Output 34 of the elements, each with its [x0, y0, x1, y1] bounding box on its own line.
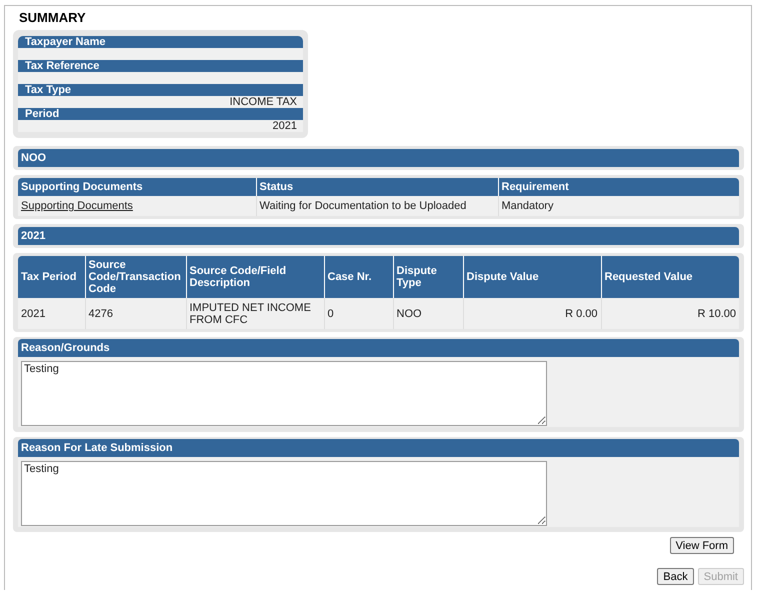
column-header: Status	[256, 178, 498, 196]
table-cell: R 0.00	[565, 308, 598, 320]
column-header: Tax Period	[18, 256, 85, 298]
column-header: Supporting Documents	[18, 178, 256, 196]
section-header: NOO	[18, 149, 739, 167]
text-area[interactable]: Testing	[21, 461, 547, 526]
table-cell: Mandatory	[502, 200, 554, 212]
field-label: Tax Reference	[18, 60, 303, 72]
table-cell: 4276	[88, 308, 113, 320]
column-header: Requirement	[498, 178, 739, 196]
section-header: Reason/Grounds	[18, 339, 739, 357]
action-button[interactable]: Back	[657, 568, 694, 585]
column-header: Requested Value	[601, 256, 739, 298]
field-label: Period	[18, 108, 303, 120]
table-cell: R 10.00	[697, 308, 736, 320]
page-title: SUMMARY	[18, 10, 87, 27]
field-label: Tax Type	[18, 84, 303, 96]
section-header: 2021	[18, 227, 739, 245]
view-form-button[interactable]: View Form	[670, 537, 734, 554]
column-header: Case Nr.	[324, 256, 393, 298]
table-cell: 2021	[21, 308, 46, 320]
field-value: 2021	[18, 120, 303, 132]
table-cell: NOO	[396, 308, 422, 320]
section-header: Reason For Late Submission	[18, 439, 739, 457]
field-value: INCOME TAX	[18, 96, 303, 108]
column-header: Dispute Value	[463, 256, 601, 298]
column-header: Source Code/Transaction Code	[85, 256, 186, 298]
field-label: Taxpayer Name	[18, 36, 303, 48]
column-header: Dispute Type	[393, 256, 463, 298]
table-cell: 0	[328, 308, 334, 320]
table-cell: Waiting for Documentation to be Uploaded	[260, 200, 466, 212]
text-area[interactable]: Testing	[21, 361, 547, 426]
table-cell: IMPUTED NET INCOME FROM CFC	[190, 302, 311, 326]
column-header: Source Code/Field Description	[186, 256, 324, 298]
